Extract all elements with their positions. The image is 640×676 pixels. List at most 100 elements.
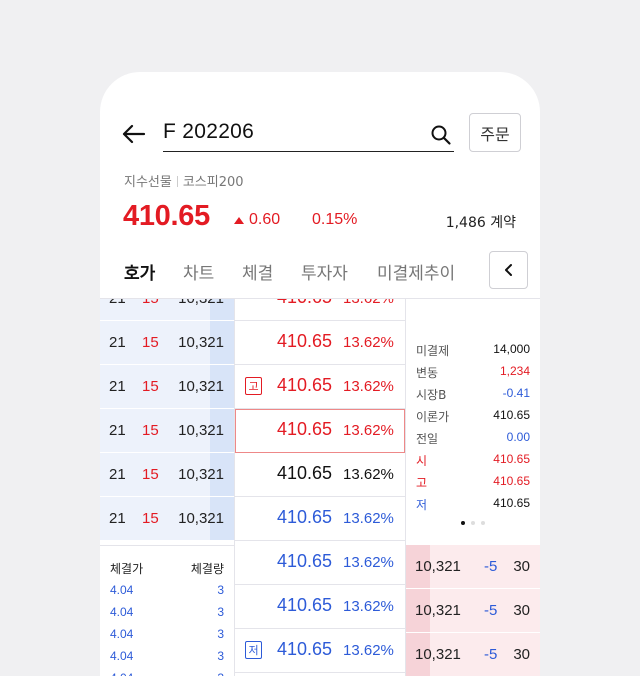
- level-percent: 13.62%: [343, 298, 394, 307]
- stat-label: 시: [416, 454, 428, 468]
- tab-chart[interactable]: 차트: [183, 259, 214, 284]
- bid-quantity-row: 10,321 -5 30: [406, 633, 540, 676]
- level-percent: 13.62%: [343, 334, 394, 351]
- ask-change: 15: [142, 422, 159, 439]
- stat-label: 이론가: [416, 410, 450, 424]
- stat-row: 이론가 410.65: [416, 408, 530, 430]
- stat-row: 미결제 14,000: [416, 342, 530, 364]
- level-price: 410.65: [277, 419, 333, 439]
- level-price: 410.65: [277, 375, 333, 395]
- low-marker: 저: [245, 641, 262, 659]
- back-arrow-icon[interactable]: [120, 122, 148, 146]
- instrument-index: 코스피200: [182, 175, 244, 190]
- trade-qty: 3: [217, 627, 224, 641]
- ask-quantity: 10,321: [178, 422, 224, 439]
- ask-change: 15: [142, 334, 159, 351]
- trade-row: 4.04 3: [100, 627, 234, 649]
- trade-price: 4.04: [110, 671, 133, 676]
- trade-row: 4.04 3: [100, 583, 234, 605]
- bid-quantity-row: 10,321 -5 30: [406, 589, 540, 633]
- order-book: 21 15 10,321 21 15 10,321 21 15 10,321 21 15 10,321…: [100, 298, 540, 676]
- search-input[interactable]: F 202206: [163, 118, 454, 152]
- ask-quantity-row: 21 15 10,321: [100, 453, 234, 497]
- price-level[interactable]: 고 410.65 13.62%: [235, 365, 405, 409]
- price-level[interactable]: 410.65 13.62%: [235, 321, 405, 365]
- bid-quantity: 10,321: [415, 558, 461, 575]
- ask-quantity-column: 21 15 10,321 21 15 10,321 21 15 10,321 21 15 10,321…: [100, 299, 234, 676]
- bid-count: 30: [513, 558, 530, 575]
- ask-quantity: 10,321: [178, 378, 224, 395]
- ask-change: 15: [142, 466, 159, 483]
- high-marker: 고: [245, 377, 262, 395]
- trade-qty: 3: [217, 605, 224, 619]
- stat-row: 시 410.65: [416, 452, 530, 474]
- ask-quantity-row: 21 15 10,321: [100, 321, 234, 365]
- tab-scroll-button[interactable]: [489, 251, 528, 289]
- price-level[interactable]: 410.65 13.62%: [235, 453, 405, 497]
- tab-trades[interactable]: 체결: [242, 259, 273, 284]
- bid-quantity: 10,321: [415, 646, 461, 663]
- price-summary: 410.65 0.60 0.15% 1,486 계약: [100, 200, 540, 240]
- trade-row: 4.04 3: [100, 605, 234, 627]
- bid-quantity-row: 10,321 -5 30: [406, 545, 540, 589]
- ask-quantity: 10,321: [178, 510, 224, 527]
- current-price: 410.65: [123, 200, 210, 232]
- page-dot: [481, 521, 485, 525]
- ask-quantity-row: 21 15 10,321: [100, 365, 234, 409]
- instrument-info: 지수선물 코스피200: [124, 171, 244, 190]
- price-level[interactable]: 저 410.65 13.62%: [235, 629, 405, 673]
- bid-change: -5: [484, 558, 498, 575]
- price-level[interactable]: 410.65 13.62%: [235, 541, 405, 585]
- trade-price: 4.04: [110, 649, 134, 663]
- ask-count: 21: [109, 298, 126, 307]
- trade-qty: 3: [217, 583, 224, 597]
- level-percent: 13.62%: [343, 510, 394, 527]
- trade-price: 4.04: [110, 627, 134, 641]
- stat-label: 미결제: [416, 344, 450, 358]
- stat-value: 410.65: [493, 496, 530, 510]
- level-percent: 13.62%: [343, 598, 394, 615]
- search-value: F 202206: [163, 120, 255, 143]
- level-price: 410.65: [277, 595, 333, 615]
- stat-row: 전일 0.00: [416, 430, 530, 452]
- stat-value: 410.65: [493, 474, 530, 488]
- stat-label: 변동: [416, 366, 439, 380]
- stat-row: 저 410.65: [416, 496, 530, 518]
- trade-price: 4.04: [110, 605, 134, 619]
- price-change-percent: 0.15%: [312, 211, 358, 228]
- stat-value: 1,234: [499, 364, 530, 378]
- stat-value: -0.41: [502, 386, 530, 400]
- order-button[interactable]: 주문: [469, 113, 521, 152]
- stat-label: 전일: [416, 432, 439, 446]
- level-percent: 13.62%: [343, 422, 394, 439]
- ask-quantity: 10,321: [178, 298, 224, 307]
- up-triangle-icon: [234, 217, 244, 224]
- current-price-cell[interactable]: 410.65 13.62%: [235, 409, 405, 453]
- price-level[interactable]: 410.65 13.62%: [235, 497, 405, 541]
- level-percent: 13.62%: [343, 554, 394, 571]
- level-price: 410.65: [277, 507, 333, 527]
- search-icon[interactable]: [430, 124, 452, 146]
- trade-price: 4.04: [110, 583, 134, 597]
- tab-open-interest[interactable]: 미결제추이: [377, 259, 455, 284]
- price-level[interactable]: 410.65 13.62%: [235, 298, 405, 321]
- trade-row: 4.04 3: [100, 671, 234, 676]
- market-stats: 미결제 14,000 변동 1,234 시장B -0.41 이론가 410.65 전일 0.00 시…: [406, 299, 540, 545]
- bid-change: -5: [484, 646, 498, 663]
- stat-value: 410.65: [493, 452, 530, 466]
- ask-count: 21: [109, 466, 126, 483]
- tab-investor[interactable]: 투자자: [301, 259, 348, 284]
- price-level[interactable]: 410.65 13.62%: [235, 585, 405, 629]
- bid-count: 30: [513, 602, 530, 619]
- order-book-screen: F 202206 주문 지수선물 코스피200 410.65 0.60 0.15%…: [100, 72, 540, 676]
- tab-order-book[interactable]: 호가: [124, 259, 155, 284]
- ask-change: 15: [142, 378, 159, 395]
- level-price: 410.65: [277, 639, 333, 659]
- right-column: 미결제 14,000 변동 1,234 시장B -0.41 이론가 410.65 전일 0.00 시…: [406, 299, 540, 676]
- bid-change: -5: [484, 602, 498, 619]
- stat-value: 14,000: [493, 342, 530, 356]
- bid-count: 30: [513, 646, 530, 663]
- ask-count: 21: [109, 334, 126, 351]
- contract-volume: 1,486 계약: [445, 215, 516, 231]
- stat-row: 변동 1,234: [416, 364, 530, 386]
